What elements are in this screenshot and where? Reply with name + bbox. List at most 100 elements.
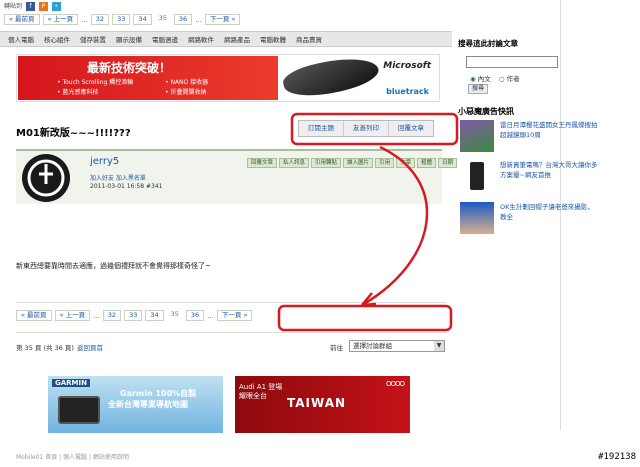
news-item-text[interactable]: 想新買筆電嗎？台灣大哥大讓你多方案優~網友首推 <box>500 160 598 180</box>
user-links[interactable]: 加入好友 加入黑名單 <box>90 173 146 182</box>
post-body: 新東西總要靠時間去適應，過幾個禮拜就不會覺得那樣奇怪了~ <box>16 262 211 270</box>
garmin-line1: Garmin 100%自製 <box>120 389 197 398</box>
post-username[interactable]: jerry5 <box>90 156 119 167</box>
cite-button[interactable]: 引用 <box>375 158 395 168</box>
pager-prev[interactable]: « 上一頁 <box>42 14 79 25</box>
sidebar-search-button[interactable]: 搜尋 <box>468 84 489 94</box>
category-link[interactable]: 電腦週邊 <box>152 34 178 44</box>
pager-page[interactable]: 33 <box>124 310 143 321</box>
banner-bullet: • Touch Scrolling 觸控滾輪 <box>57 79 134 86</box>
back-to-top-link[interactable]: 返回頁首 <box>77 344 103 352</box>
category-link[interactable]: 網路軟件 <box>188 34 214 44</box>
category-link[interactable]: 儲存裝置 <box>80 34 106 44</box>
footer-links[interactable]: Mobile01 首頁 | 個人電腦 | 網站使用說明 <box>16 452 129 461</box>
bottom-pager: « 最前頁 « 上一頁 ... 32 33 34 35 36 ... 下一頁 » <box>16 310 253 321</box>
banner-bullet: • 折疊開關收納 <box>165 89 207 96</box>
article-button[interactable]: 文章 <box>396 158 416 168</box>
print-button[interactable]: 友善列印 <box>344 121 389 136</box>
audi-line2: 耀眼全台 <box>239 392 267 400</box>
pager-ellipsis: ... <box>81 15 88 24</box>
annotation-arrowhead <box>361 292 377 307</box>
audi-taiwan-text: TAIWAN <box>287 396 347 410</box>
radio-author-label: 作者 <box>506 75 520 83</box>
date-button[interactable]: 日期 <box>438 158 458 168</box>
pager-page[interactable]: 34 <box>145 310 164 321</box>
pager-first[interactable]: « 最前頁 <box>4 14 40 25</box>
garmin-logo: GARMIN <box>52 379 90 387</box>
divider <box>16 332 446 333</box>
topic-toolbar: 訂閱主題 友善列印 回覆文章 <box>298 120 434 137</box>
news-item-text[interactable]: 當日月潭櫻花盛開女王丹鳳蝶搜拍超越鏡頭10周 <box>500 120 598 140</box>
share-icon[interactable]: • <box>51 2 61 11</box>
pager-ellipsis: ... <box>207 311 214 320</box>
subscribe-topic-button[interactable]: 訂閱主題 <box>299 121 344 136</box>
page-info: 第 35 頁 (共 36 頁) <box>16 344 74 352</box>
pager-prev[interactable]: « 上一頁 <box>54 310 91 321</box>
microsoft-banner-ad[interactable]: 最新技術突破！ • Touch Scrolling 觸控滾輪 • 藍光感應科技 … <box>16 51 440 103</box>
radio-content-label: 內文 <box>477 75 491 83</box>
pager-page[interactable]: 36 <box>173 14 193 25</box>
banner-headline: 最新技術突破！ <box>87 61 172 75</box>
top-pager: « 最前頁 « 上一頁 ... 32 33 34 35 36 ... 下一頁 » <box>4 14 241 25</box>
microsoft-logo: Microsoft <box>383 61 431 71</box>
gps-device-image <box>58 396 100 424</box>
search-scope-radios: ◉ 內文 ○ 作者 <box>470 73 520 83</box>
quote-button[interactable]: 引用轉貼 <box>311 158 342 168</box>
category-link[interactable]: 網路產品 <box>224 34 250 44</box>
radio-author-icon[interactable]: ○ <box>499 75 505 83</box>
chevron-down-icon: ▼ <box>434 341 444 351</box>
news-thumbnail <box>460 202 494 234</box>
pager-next[interactable]: 下一頁 » <box>204 14 241 25</box>
category-bar: 個人電腦 核心組件 儲存裝置 顯示設備 電腦週邊 網路軟件 網路產品 電腦軟體 … <box>0 31 452 47</box>
bluetrack-logo: bluetrack <box>386 87 429 96</box>
category-link[interactable]: 電腦軟體 <box>260 34 286 44</box>
plurk-icon[interactable]: P <box>38 2 48 11</box>
audi-rings-icon: OOOO <box>385 380 405 388</box>
topic-title: M01新改版~~~!!!!??? <box>16 128 131 139</box>
post-actions: 回覆文章 私人訊息 引用轉貼 讓入圖片 引用 文章 粗體 日期 <box>247 158 458 168</box>
private-message-button[interactable]: 私人訊息 <box>279 158 310 168</box>
reply-post-button[interactable]: 回覆文章 <box>247 158 278 168</box>
mouse-image <box>280 51 382 103</box>
insert-image-button[interactable]: 讓入圖片 <box>343 158 374 168</box>
pager-ellipsis: ... <box>195 15 202 24</box>
category-link[interactable]: 個人電腦 <box>8 34 34 44</box>
avatar[interactable] <box>22 154 70 202</box>
sidebar-search-input[interactable] <box>466 56 558 68</box>
share-label: 轉貼到 <box>4 3 23 10</box>
facebook-icon[interactable]: f <box>25 2 35 11</box>
pager-ellipsis: ... <box>93 311 100 320</box>
goto-label: 前往 <box>330 344 343 352</box>
forum-select-value: 選擇討論群組 <box>353 342 392 350</box>
pager-page[interactable]: 32 <box>90 14 110 25</box>
forum-select[interactable]: 選擇討論群組 ▼ <box>349 340 445 352</box>
pager-first[interactable]: « 最前頁 <box>16 310 52 321</box>
category-link[interactable]: 核心組件 <box>44 34 70 44</box>
pager-page[interactable]: 33 <box>112 14 131 25</box>
pager-current: 35 <box>154 14 171 25</box>
avatar-logo-icon <box>27 159 65 197</box>
pager-page[interactable]: 36 <box>185 310 205 321</box>
category-link[interactable]: 顯示設備 <box>116 34 142 44</box>
audi-ad[interactable]: Audi A1 登場 耀眼全台 TAIWAN OOOO <box>235 376 410 433</box>
sidebar-search-title: 搜尋這此討論文章 <box>458 39 518 48</box>
news-thumbnail <box>460 120 494 152</box>
post-timestamp: 2011-03-01 16:58 #341 <box>90 183 163 190</box>
banner-bullet: • 藍光感應科技 <box>57 89 99 96</box>
pager-page[interactable]: 34 <box>133 14 152 25</box>
radio-content-icon[interactable]: ◉ <box>470 75 476 83</box>
pager-current: 35 <box>166 310 183 321</box>
news-item-text[interactable]: OK生計劃回帽子讓老爸來攝影，教全 <box>500 202 598 222</box>
divider <box>16 302 446 303</box>
bold-button[interactable]: 粗體 <box>417 158 437 168</box>
pager-next[interactable]: 下一頁 » <box>216 310 253 321</box>
category-link[interactable]: 商品賣買 <box>296 34 322 44</box>
share-bar: 轉貼到 f P • <box>4 1 61 11</box>
reply-button[interactable]: 回覆文章 <box>389 121 433 136</box>
sidebar-news-title: 小惡魔廣告快訊 <box>458 107 514 116</box>
annotation-box-bottom <box>277 304 453 332</box>
pager-page[interactable]: 32 <box>102 310 122 321</box>
banner-bullet: • NANO 接收器 <box>165 79 209 86</box>
page-status: 第 35 頁 (共 36 頁) 返回頁首 <box>16 342 103 352</box>
garmin-ad[interactable]: GARMIN Garmin 100%自製 全新台灣專業導航地圖 <box>48 376 223 433</box>
